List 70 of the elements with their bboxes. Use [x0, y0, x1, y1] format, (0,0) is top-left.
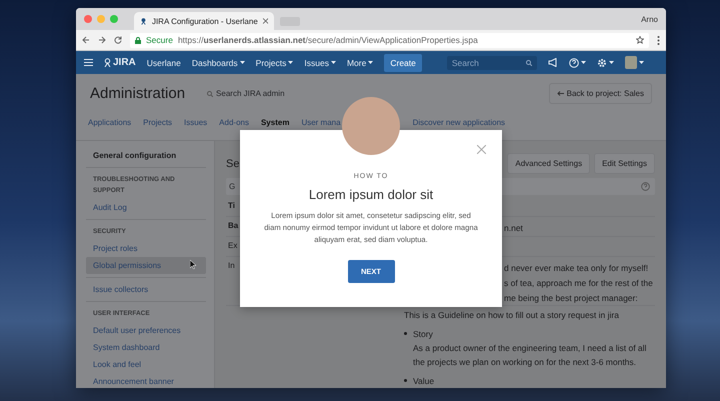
table-label: Ti [228, 200, 236, 210]
nav-menu-item[interactable]: More [346, 58, 374, 68]
dialog-title: Lorem ipsum dolor sit [308, 187, 434, 202]
admin-search-field[interactable]: Search JIRA admin [207, 89, 285, 98]
admin-tab[interactable]: User mana [301, 118, 341, 127]
table-label: In [228, 260, 236, 270]
browser-tab[interactable]: JIRA Configuration - Userlane [134, 12, 274, 30]
close-icon[interactable] [262, 18, 268, 24]
table-value: s of tea, approach me for the rest of the [504, 277, 654, 290]
settings-button[interactable]: Advanced Settings [507, 153, 590, 174]
sidebar-link[interactable]: Default user preferences [86, 322, 206, 339]
jira-logo[interactable]: JIRA [104, 57, 136, 68]
admin-tab[interactable]: Applications [88, 118, 132, 127]
description-text: This is a Guideline on how to fill out a story request in jira [404, 309, 620, 322]
nav-menu-item[interactable]: Projects [256, 58, 294, 68]
sidebar-link[interactable]: System dashboard [86, 339, 206, 356]
megaphone-icon[interactable] [548, 58, 558, 67]
admin-tab[interactable]: Add-ons [219, 118, 249, 127]
help-menu-button[interactable] [568, 58, 586, 68]
sidebar-link[interactable]: Audit Log [86, 199, 206, 216]
settings-button[interactable]: Edit Settings [594, 153, 655, 174]
admin-tab[interactable]: Issues [184, 118, 208, 127]
nav-menu-item[interactable]: Issues [304, 58, 336, 68]
profile-menu-button[interactable] [624, 56, 644, 69]
sidebar-link[interactable]: Project roles [86, 240, 206, 257]
jira-logo-icon [140, 17, 147, 25]
tab-title: JIRA Configuration - Userlane [152, 16, 258, 26]
address-field[interactable]: Secure https://userlanerds.atlassian.net/secure/admin/ViewApplicationProperties.jspa [130, 32, 649, 48]
sidebar-title: General configuration [92, 150, 178, 162]
sidebar-link[interactable]: Look and feel [86, 356, 206, 373]
sidebar-link[interactable]: Issue collectors [86, 281, 206, 298]
create-button[interactable]: Create [384, 54, 422, 72]
admin-tab[interactable]: System [260, 118, 290, 127]
bullet-title: Value [413, 375, 434, 388]
table-header-text: G [229, 182, 236, 192]
back-arrow-icon [556, 91, 564, 96]
nav-menu-item[interactable]: Userlane [146, 58, 181, 68]
page-title: Administration [90, 85, 186, 102]
back-to-project-button[interactable]: Back to project: Sales [548, 83, 652, 104]
forward-arrow-icon[interactable] [98, 36, 106, 44]
reload-icon[interactable] [114, 36, 122, 44]
lock-icon [135, 36, 141, 44]
caret-icon [608, 60, 614, 64]
bullet-title: Story [413, 328, 434, 341]
search-icon [526, 60, 532, 66]
search-field[interactable]: Search [446, 56, 537, 70]
caret-icon [580, 60, 586, 64]
nav-menu-item[interactable]: Dashboards [192, 58, 245, 68]
section-heading: Se [226, 158, 239, 170]
user-name: Arno [641, 14, 658, 24]
settings-menu-button[interactable] [596, 58, 614, 68]
table-value: d never ever make tea only for myself! [504, 262, 650, 276]
bullet-text: As a product owner of the engineering team, I need a list of all the projects we plan on working on for the next 3-6 months. [413, 342, 648, 369]
sidebar-link[interactable]: Global permissions [86, 257, 206, 274]
admin-tab[interactable]: Discover new applications [412, 118, 506, 127]
bullet-icon [404, 332, 407, 335]
table-value: me being the best project manager: [504, 292, 639, 306]
menu-icon[interactable] [657, 36, 660, 44]
admin-tab[interactable]: Projects [143, 118, 172, 127]
table-label: Ex [228, 240, 238, 250]
table-value: n.net [504, 222, 524, 236]
search-icon [207, 90, 214, 96]
star-icon[interactable] [636, 36, 644, 44]
sidebar-link[interactable]: Announcement banner [86, 373, 206, 388]
back-arrow-icon[interactable] [82, 36, 90, 44]
cursor-icon [190, 260, 196, 269]
bullet-icon [404, 379, 407, 382]
caret-icon [638, 60, 644, 64]
menu-icon[interactable] [84, 59, 93, 66]
table-label: Ba [228, 220, 238, 230]
